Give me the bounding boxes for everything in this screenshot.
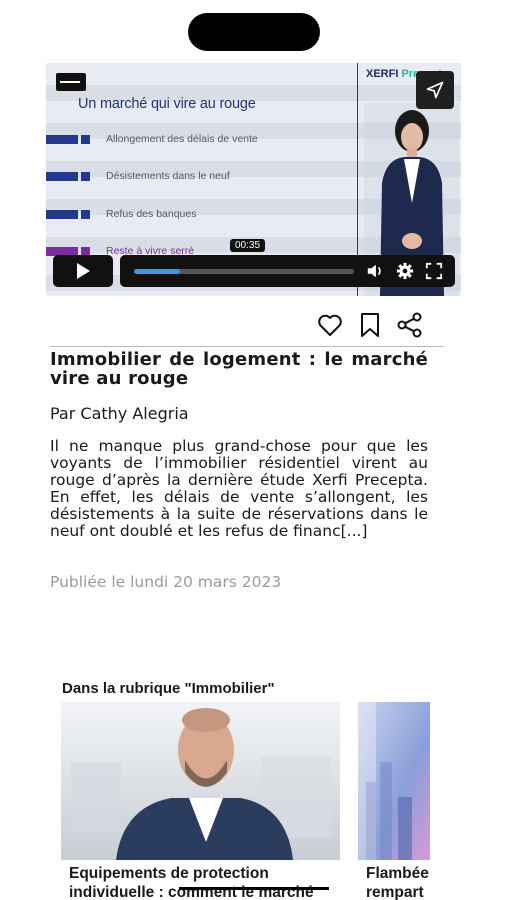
related-section-label: Dans la rubrique "Immobilier" — [62, 680, 275, 697]
article-title[interactable]: Immobilier de logement : le marché vire … — [50, 350, 428, 388]
time-tooltip: 00:35 — [230, 239, 266, 252]
progress-bar[interactable] — [134, 269, 354, 274]
settings-icon[interactable] — [396, 262, 414, 280]
article-author: Par Cathy Alegria — [50, 404, 189, 423]
back-icon[interactable] — [56, 73, 86, 91]
send-icon — [426, 81, 444, 99]
play-button[interactable] — [53, 255, 113, 287]
related-card-title: Flambée rempart — [366, 864, 429, 900]
video-controls: 00:35 — [53, 239, 455, 287]
share-icon[interactable] — [396, 311, 424, 339]
related-card[interactable]: Equipements de protection individuelle :… — [61, 702, 340, 900]
related-card-title-line1: Flambée — [366, 865, 429, 882]
divider — [50, 346, 444, 347]
video-player[interactable]: Un marché qui vire au rouge Allongement … — [46, 63, 461, 296]
fullscreen-icon[interactable] — [425, 262, 443, 280]
heart-icon[interactable] — [316, 311, 344, 339]
related-card-title-line2: individuelle : comment le marché — [69, 884, 314, 900]
article-actions — [316, 311, 426, 339]
related-card-image — [61, 702, 340, 860]
related-card-image — [358, 702, 430, 860]
text-overlay-line — [179, 887, 329, 890]
play-icon — [77, 263, 90, 279]
device-notch — [188, 13, 320, 51]
control-bar: 00:35 — [120, 239, 455, 287]
progress-fill — [134, 269, 181, 274]
send-button[interactable] — [416, 71, 454, 109]
slide-title: Un marché qui vire au rouge — [78, 96, 256, 112]
related-card[interactable]: Flambée rempart — [358, 702, 430, 900]
related-card-title-line2: rempart — [366, 884, 424, 900]
related-card-title-line1: Equipements de protection — [69, 865, 269, 882]
brand-left: XERFI — [366, 68, 399, 80]
related-card-title: Equipements de protection individuelle :… — [69, 864, 314, 900]
bookmark-icon[interactable] — [356, 311, 384, 339]
volume-icon[interactable] — [366, 262, 384, 280]
article-summary: Il ne manque plus grand-chose pour que l… — [50, 437, 428, 540]
article-date: Publiée le lundi 20 mars 2023 — [50, 573, 282, 591]
